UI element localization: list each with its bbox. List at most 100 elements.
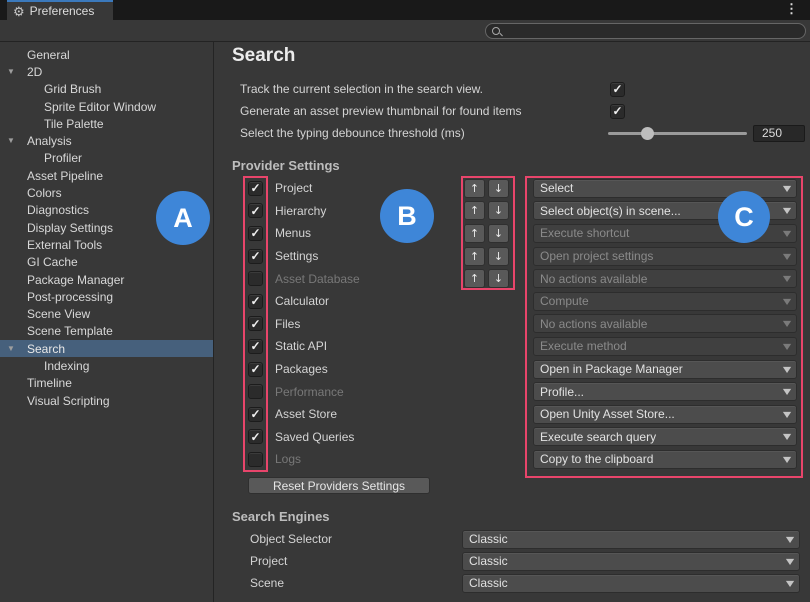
engine-row: Project Classic▼ [215,550,810,572]
general-options: Track the current selection in the searc… [215,78,810,122]
sidebar-item-analysis[interactable]: ▼Analysis [0,132,213,149]
debounce-label: Select the typing debounce threshold (ms… [240,126,465,140]
provider-row: ✓Asset Database [215,267,360,290]
sidebar-item-visual-scripting[interactable]: Visual Scripting [0,392,213,409]
expander-triangle-icon[interactable]: ▼ [7,67,15,76]
provider-checkbox-settings[interactable]: ✓ [248,249,263,264]
sidebar-item-indexing[interactable]: Indexing [0,357,213,374]
action-dropdown-logs[interactable]: Copy to the clipboard▼ [533,450,797,469]
provider-checkbox-files[interactable]: ✓ [248,316,263,331]
provider-label: Asset Store [275,407,337,421]
provider-row: ✓ Logs [215,448,360,471]
move-up-button[interactable]: ↑ [464,269,485,288]
engine-label: Object Selector [250,532,332,546]
action-dropdown-packages[interactable]: Open in Package Manager▼ [533,360,797,379]
sidebar-item-label: Package Manager [27,273,124,287]
kebab-menu-icon[interactable]: ⋮ [785,2,798,16]
track-selection-checkbox[interactable]: ✓ [610,82,625,97]
reset-providers-button[interactable]: Reset Providers Settings [248,477,430,494]
sidebar-item-label: Visual Scripting [27,394,110,408]
arrow-up-icon: ↑ [470,205,479,216]
reorder-row: ↑↓ [464,177,509,200]
action-dropdown-settings[interactable]: Open project settings▼ [533,247,797,266]
sidebar-item-post-processing[interactable]: Post-processing [0,288,213,305]
dropdown-arrow-icon: ▼ [783,410,791,419]
move-down-button[interactable]: ↓ [488,269,509,288]
provider-checkbox-asset-store[interactable]: ✓ [248,407,263,422]
dropdown-value: Classic [469,576,787,590]
sidebar-item-label: 2D [27,65,42,79]
action-dropdown-asset-database[interactable]: No actions available▼ [533,269,797,288]
expander-triangle-icon[interactable]: ▼ [7,344,15,353]
sidebar-item-label: General [27,48,70,62]
dropdown-arrow-icon: ▼ [783,184,791,193]
annotation-circle-c: C [718,191,770,243]
sidebar-item-profiler[interactable]: Profiler [0,150,213,167]
dropdown-arrow-icon: ▼ [786,535,794,544]
sidebar-item-sprite-editor-window[interactable]: Sprite Editor Window [0,98,213,115]
action-dropdown-files[interactable]: No actions available▼ [533,314,797,333]
move-down-button[interactable]: ↓ [488,201,509,220]
sidebar-item-timeline[interactable]: Timeline [0,375,213,392]
sidebar-item-general[interactable]: General [0,46,213,63]
move-down-button[interactable]: ↓ [488,224,509,243]
annotation-circle-b: B [380,189,434,243]
dropdown-value: Classic [469,554,787,568]
dropdown-arrow-icon: ▼ [783,387,791,396]
provider-checkbox-project[interactable]: ✓ [248,181,263,196]
action-dropdown-saved-queries[interactable]: Execute search query▼ [533,427,797,446]
debounce-slider-track[interactable] [608,132,747,135]
sidebar-item-2d[interactable]: ▼ 2D [0,63,213,80]
sidebar-item-asset-pipeline[interactable]: Asset Pipeline [0,167,213,184]
window-title: Preferences [30,4,95,18]
sidebar-item-label: Post-processing [27,290,113,304]
search-input[interactable] [504,25,794,37]
move-up-button[interactable]: ↑ [464,179,485,198]
provider-label: Menus [275,226,311,240]
provider-label: Static API [275,339,327,353]
provider-checkbox-saved-queries[interactable]: ✓ [248,429,263,444]
action-dropdown-calculator[interactable]: Compute▼ [533,292,797,311]
action-dropdown-static-api[interactable]: Execute method▼ [533,337,797,356]
toolbar [0,20,810,42]
project-engine-dropdown[interactable]: Classic▼ [462,552,800,571]
provider-checkbox-asset-database[interactable]: ✓ [248,271,263,286]
move-down-button[interactable]: ↓ [488,247,509,266]
sidebar-item-grid-brush[interactable]: Grid Brush [0,81,213,98]
reorder-row: ↑↓ [464,200,509,223]
move-down-button[interactable]: ↓ [488,179,509,198]
expander-triangle-icon[interactable]: ▼ [7,137,15,146]
action-dropdown-asset-store[interactable]: Open Unity Asset Store...▼ [533,405,797,424]
preferences-tab[interactable]: ⚙ Preferences [7,0,113,20]
sidebar-item-gi-cache[interactable]: GI Cache [0,254,213,271]
debounce-slider-thumb[interactable] [641,127,654,140]
move-up-button[interactable]: ↑ [464,247,485,266]
provider-checkbox-hierarchy[interactable]: ✓ [248,203,263,218]
provider-checkbox-menus[interactable]: ✓ [248,226,263,241]
sidebar-item-scene-template[interactable]: Scene Template [0,323,213,340]
object-selector-engine-dropdown[interactable]: Classic▼ [462,530,800,549]
sidebar-item-tile-palette[interactable]: Tile Palette [0,115,213,132]
provider-checkbox-packages[interactable]: ✓ [248,362,263,377]
sidebar-item-search[interactable]: ▼Search [0,340,213,357]
asset-preview-checkbox[interactable]: ✓ [610,104,625,119]
move-up-button[interactable]: ↑ [464,224,485,243]
provider-checkbox-performance[interactable]: ✓ [248,384,263,399]
checkmark-icon: ✓ [250,250,260,262]
arrow-down-icon: ↓ [494,228,503,239]
action-dropdown-performance[interactable]: Profile...▼ [533,382,797,401]
provider-label: Settings [275,249,318,263]
search-field[interactable] [485,23,806,39]
provider-label: Logs [275,452,301,466]
move-up-button[interactable]: ↑ [464,201,485,220]
sidebar-item-package-manager[interactable]: Package Manager [0,271,213,288]
sidebar-item-scene-view[interactable]: Scene View [0,305,213,322]
provider-checkbox-static-api[interactable]: ✓ [248,339,263,354]
provider-row: ✓Hierarchy [215,200,360,223]
provider-checkbox-calculator[interactable]: ✓ [248,294,263,309]
debounce-value-field[interactable]: 250 [753,125,805,142]
scene-engine-dropdown[interactable]: Classic▼ [462,574,800,593]
search-icon [492,27,500,35]
dropdown-arrow-icon: ▼ [783,342,791,351]
provider-checkbox-logs[interactable]: ✓ [248,452,263,467]
